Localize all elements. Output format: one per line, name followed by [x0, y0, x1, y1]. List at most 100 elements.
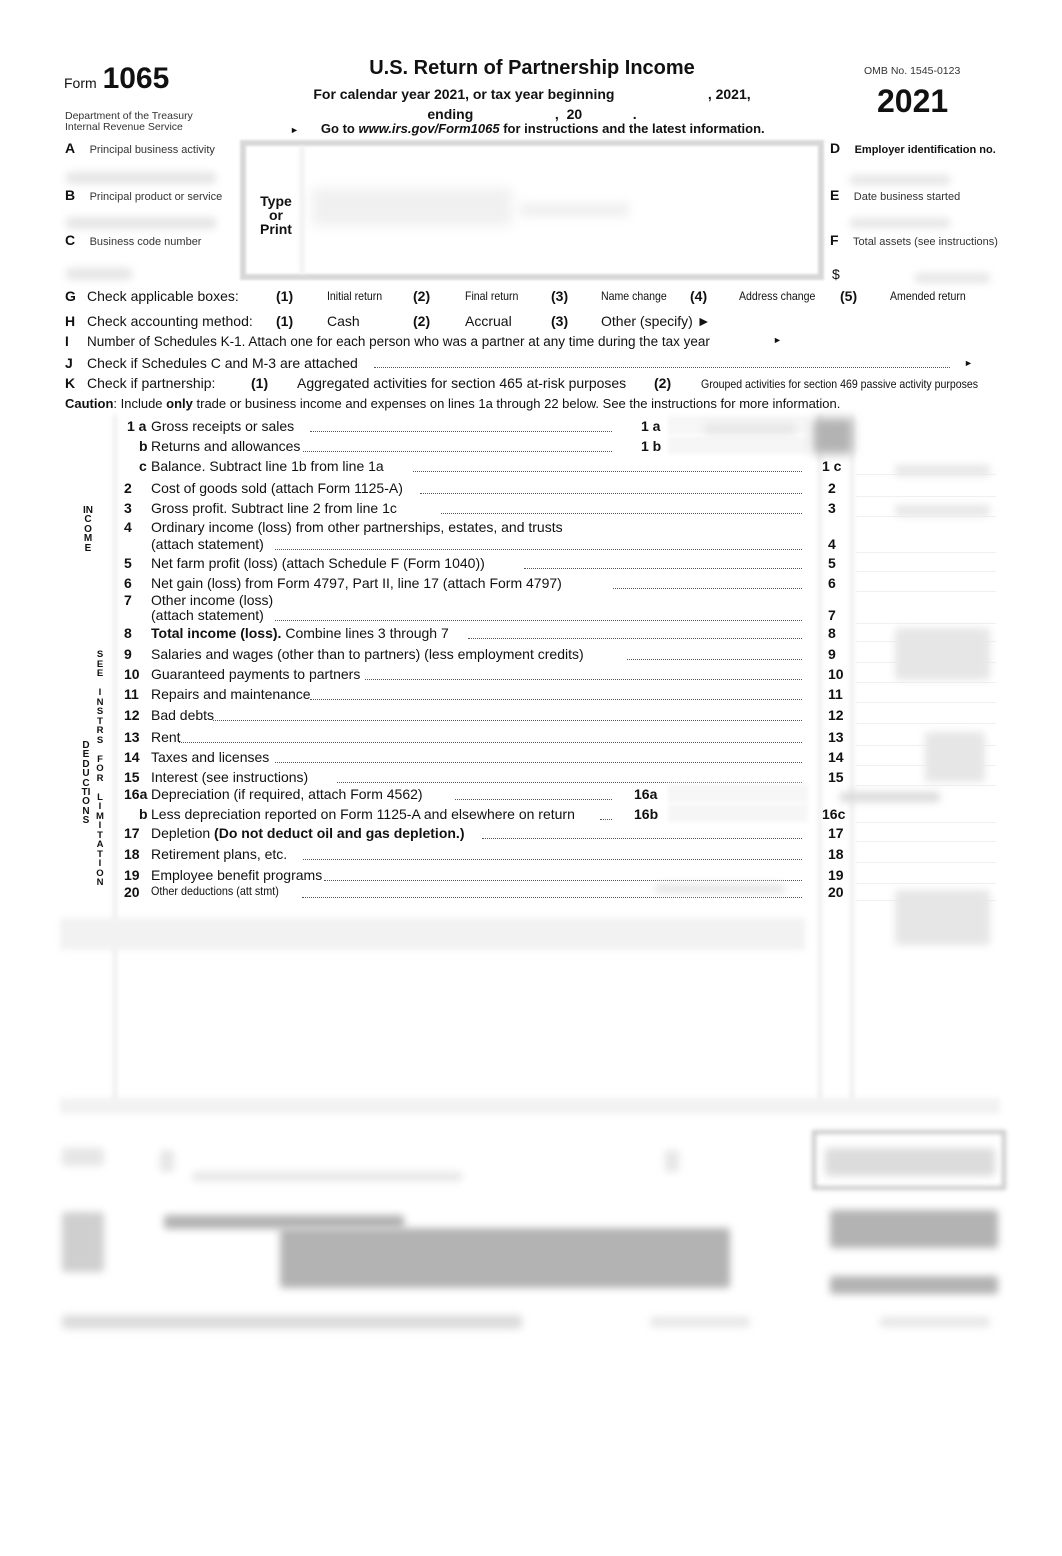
- preparer-name-field[interactable]: [164, 1215, 404, 1229]
- outer-line-ref: 17: [828, 825, 844, 841]
- checkbox-address-change[interactable]: (4): [690, 288, 707, 304]
- line-number: 8: [124, 625, 132, 641]
- amount-field[interactable]: [856, 822, 996, 842]
- row-label: Check if partnership:: [87, 375, 216, 391]
- line-label: Net farm profit (loss) (attach Schedule …: [151, 555, 485, 571]
- catalog-number: [650, 1317, 750, 1327]
- line-number: 15: [124, 769, 140, 785]
- business-code-value[interactable]: [66, 268, 132, 280]
- option-label: Cash: [327, 313, 360, 329]
- paid-preparer-label: [62, 1212, 104, 1272]
- checkbox-initial-return[interactable]: (1): [276, 288, 293, 304]
- leader-dots: [374, 367, 950, 368]
- outer-line-ref: 3: [828, 500, 836, 516]
- outer-line-ref: 6: [828, 575, 836, 591]
- caution-text: trade or business income and expenses on…: [192, 396, 841, 411]
- line-number: 1 a: [127, 418, 147, 434]
- leader-dots: [613, 588, 802, 589]
- field-label: Business code number: [89, 236, 202, 248]
- amount-field[interactable]: [856, 552, 996, 572]
- leader-dots: [302, 859, 802, 860]
- preparer-firm-field[interactable]: [280, 1228, 730, 1288]
- name-address-value[interactable]: [312, 188, 512, 226]
- checkbox-amended-return[interactable]: (5): [840, 288, 857, 304]
- checkbox-cash[interactable]: (1): [276, 313, 293, 329]
- amount-field[interactable]: [856, 533, 996, 553]
- amount-field[interactable]: [856, 704, 996, 724]
- row-letter: H: [65, 313, 76, 329]
- lines-8-10-amounts[interactable]: [895, 628, 990, 680]
- line-1c-amount[interactable]: [895, 465, 990, 476]
- inner-line-ref: 16b: [634, 806, 659, 822]
- line-label-bold: (Do not deduct oil and gas depletion.): [214, 825, 465, 841]
- principal-product-value[interactable]: [66, 217, 216, 229]
- principal-business-activity-value[interactable]: [66, 172, 216, 184]
- line-label-text: Returns and allowances: [151, 438, 301, 454]
- see-instructions-side-label: SEEINSTRSFORLIMITATION: [96, 649, 104, 888]
- row-label: Check accounting method:: [87, 313, 253, 329]
- leader-dots: [468, 638, 802, 639]
- leader-dots: [420, 493, 802, 494]
- line-label: Cost of goods sold (attach Form 1125-A): [151, 480, 403, 496]
- date-arrow-icon: [665, 1150, 679, 1172]
- row-letter: I: [65, 334, 69, 349]
- line-label-continued: (attach statement): [151, 536, 264, 552]
- row-i: I Number of Schedules K-1. Attach one for…: [65, 334, 710, 349]
- checkbox-grouped-469[interactable]: (2): [654, 375, 671, 391]
- total-assets-value[interactable]: [915, 273, 990, 283]
- option-label: Address change: [739, 289, 816, 303]
- checkbox-aggregated-465[interactable]: (1): [251, 375, 268, 391]
- leader-dots: [482, 838, 802, 839]
- outer-line-ref: 12: [828, 707, 844, 723]
- inner-amount-field[interactable]: [668, 784, 808, 802]
- line-1a-amount[interactable]: [705, 424, 795, 434]
- option-label: Initial return: [327, 289, 383, 303]
- field-d: D Employer identification no.: [830, 140, 996, 158]
- line-label-text: Gross profit. Subtract line 2 from line …: [151, 500, 397, 516]
- preparer-ptin-field[interactable]: [830, 1210, 998, 1248]
- line-label-text: Depreciation (if required, attach Form 4…: [151, 786, 423, 802]
- row-g: G Check applicable boxes:: [65, 288, 239, 304]
- inner-amount-field[interactable]: [668, 804, 808, 822]
- line-number: 19: [124, 867, 140, 883]
- line-16a-shaded-cell: [840, 792, 940, 802]
- arrow-right-icon: ►: [290, 125, 299, 135]
- line-3-amount[interactable]: [895, 505, 990, 516]
- lines-13-15-amounts[interactable]: [925, 732, 985, 782]
- checkbox-name-change[interactable]: (3): [551, 288, 568, 304]
- checkbox-accrual[interactable]: (2): [413, 313, 430, 329]
- checkbox-other-method[interactable]: (3): [551, 313, 568, 329]
- field-label: Principal product or service: [89, 191, 223, 203]
- amount-field[interactable]: [856, 477, 996, 497]
- amount-field[interactable]: [856, 604, 996, 624]
- ein-value[interactable]: [850, 175, 950, 185]
- date-started-value[interactable]: [850, 218, 950, 228]
- amount-field[interactable]: [856, 803, 996, 823]
- amount-field[interactable]: [856, 843, 996, 863]
- line-label: Balance. Subtract line 1b from line 1a: [151, 458, 384, 474]
- signature-field[interactable]: [192, 1172, 462, 1181]
- amount-field[interactable]: [856, 572, 996, 592]
- line-label: Total income (loss). Combine lines 3 thr…: [151, 625, 449, 641]
- line-label-text: Net gain (loss) from Form 4797, Part II,…: [151, 575, 562, 591]
- field-label: Principal business activity: [89, 144, 215, 156]
- line-label-text: Depletion: [151, 825, 215, 841]
- leader-dots: [323, 880, 802, 881]
- line-20-amount[interactable]: [895, 890, 990, 945]
- preparer-phone-field[interactable]: [830, 1276, 998, 1294]
- field-c: C Business code number: [65, 232, 201, 250]
- instructions-link[interactable]: www.irs.gov/Form1065: [358, 121, 499, 136]
- leader-dots: [213, 720, 802, 721]
- line-label-text: Employee benefit programs: [151, 867, 323, 883]
- dollar-sign: $: [832, 266, 840, 282]
- field-letter: F: [830, 232, 839, 248]
- checkbox-final-return[interactable]: (2): [413, 288, 430, 304]
- inner-amount-field[interactable]: [668, 436, 808, 454]
- outer-line-ref: 7: [828, 607, 836, 623]
- amount-field[interactable]: [856, 683, 996, 703]
- line-label: Bad debts: [151, 707, 214, 723]
- outer-line-ref: 16c: [822, 806, 846, 822]
- form-label: Form 1065: [64, 62, 169, 96]
- leader-dots: [364, 679, 802, 680]
- line-label-text: Net farm profit (loss) (attach Schedule …: [151, 555, 485, 571]
